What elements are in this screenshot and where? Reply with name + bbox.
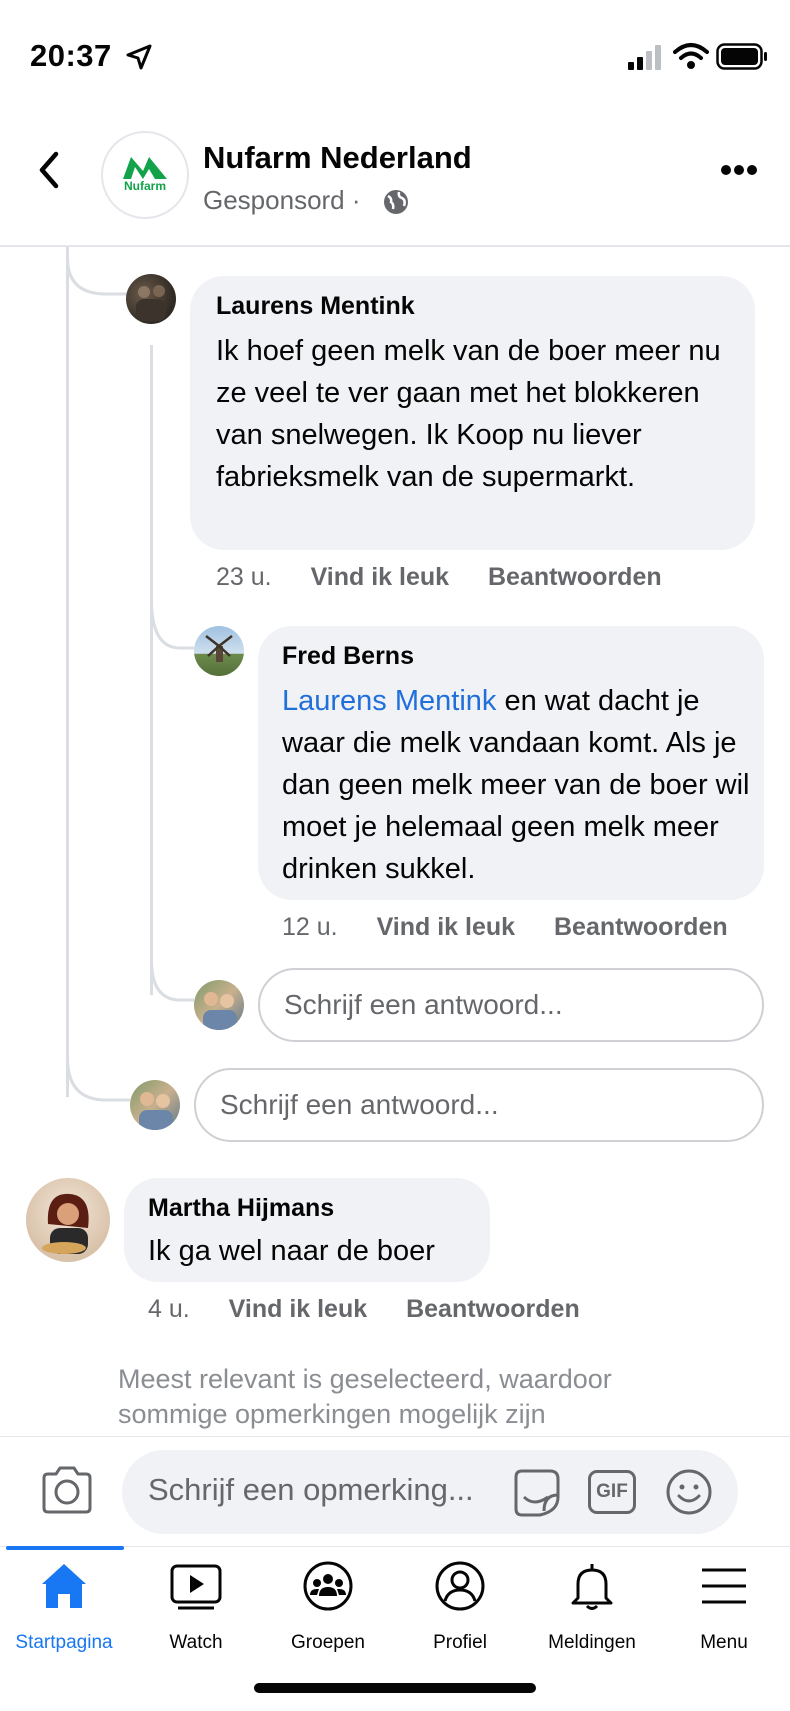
tab-label-profiel[interactable]: Profiel bbox=[394, 1632, 526, 1654]
watch-icon bbox=[170, 1564, 222, 1610]
thread-connector bbox=[150, 600, 194, 650]
globe-icon bbox=[384, 190, 408, 214]
gif-button[interactable]: GIF bbox=[588, 1470, 636, 1514]
reply-input[interactable]: Schrijf een antwoord... bbox=[258, 968, 764, 1042]
tab-meldingen[interactable] bbox=[526, 1560, 658, 1617]
tab-label-watch[interactable]: Watch bbox=[130, 1632, 262, 1654]
groups-icon bbox=[303, 1561, 353, 1611]
windmill-photo-icon bbox=[205, 635, 233, 662]
thread-line-inner bbox=[150, 345, 153, 995]
reply-input[interactable]: Schrijf een antwoord... bbox=[194, 1068, 764, 1142]
thread-connector bbox=[66, 1058, 130, 1102]
tab-profiel[interactable] bbox=[394, 1560, 526, 1617]
comment-author[interactable]: Martha Hijmans bbox=[148, 1194, 334, 1223]
reply-button[interactable]: Beantwoorden bbox=[554, 913, 728, 941]
nufarm-logo-mark-icon bbox=[123, 157, 167, 179]
comment-time: 4 u. bbox=[148, 1295, 190, 1323]
comment-placeholder: Schrijf een opmerking... bbox=[148, 1472, 474, 1507]
mention-link[interactable]: Laurens Mentink bbox=[282, 685, 496, 717]
home-icon bbox=[42, 1564, 86, 1608]
reply-placeholder: Schrijf een antwoord... bbox=[220, 1089, 499, 1120]
wifi-icon bbox=[673, 43, 709, 69]
like-button[interactable]: Vind ik leuk bbox=[377, 913, 515, 941]
active-tab-indicator bbox=[6, 1546, 124, 1550]
relevance-notice: Meest relevant is geselecteerd, waardoor… bbox=[118, 1364, 612, 1429]
avatar bbox=[194, 980, 244, 1030]
comment-actions: 12 u. Vind ik leuk Beantwoorden bbox=[282, 913, 728, 942]
avatar[interactable] bbox=[194, 626, 244, 676]
comment-author[interactable]: Laurens Mentink bbox=[216, 292, 415, 321]
profile-icon bbox=[435, 1561, 485, 1611]
tab-watch[interactable] bbox=[130, 1560, 262, 1617]
comment-author[interactable]: Fred Berns bbox=[282, 642, 414, 671]
reply-button[interactable]: Beantwoorden bbox=[488, 563, 662, 591]
cellular-signal-icon bbox=[628, 45, 661, 70]
tab-label-groepen[interactable]: Groepen bbox=[262, 1632, 394, 1654]
home-indicator bbox=[254, 1683, 536, 1693]
user-photo-icon bbox=[42, 1193, 89, 1254]
comment-bubble[interactable]: Martha Hijmans Ik ga wel naar de boer bbox=[124, 1178, 490, 1282]
comment-actions: 4 u. Vind ik leuk Beantwoorden bbox=[148, 1295, 580, 1324]
tab-label-startpagina[interactable]: Startpagina bbox=[0, 1632, 130, 1654]
tab-groepen[interactable] bbox=[262, 1560, 394, 1617]
more-options-icon[interactable] bbox=[720, 164, 758, 176]
emoji-icon[interactable] bbox=[665, 1468, 713, 1516]
comment-text: Ik hoef geen melk van de boer meer nu ze… bbox=[216, 335, 721, 493]
page-name[interactable]: Nufarm Nederland bbox=[203, 140, 472, 176]
status-time: 20:37 bbox=[30, 38, 112, 73]
header-divider bbox=[0, 245, 790, 247]
location-arrow-icon bbox=[126, 44, 152, 70]
reply-button[interactable]: Beantwoorden bbox=[406, 1295, 580, 1323]
tab-startpagina[interactable] bbox=[0, 1560, 130, 1617]
comment-time: 12 u. bbox=[282, 913, 338, 941]
logo-text: Nufarm bbox=[123, 179, 166, 193]
avatar[interactable] bbox=[26, 1178, 110, 1262]
camera-icon[interactable] bbox=[40, 1466, 94, 1514]
user-photo-icon bbox=[203, 992, 237, 1030]
avatar[interactable] bbox=[126, 274, 176, 324]
tab-label-menu[interactable]: Menu bbox=[658, 1632, 790, 1654]
tab-label-meldingen[interactable]: Meldingen bbox=[526, 1632, 658, 1654]
menu-icon bbox=[702, 1568, 746, 1604]
thread-connector bbox=[150, 960, 194, 1002]
bell-icon bbox=[571, 1564, 613, 1610]
user-photo-icon bbox=[139, 1092, 173, 1130]
avatar-photo-icon bbox=[136, 285, 166, 321]
battery-icon bbox=[716, 43, 767, 70]
tab-menu[interactable] bbox=[658, 1560, 790, 1617]
comment-time: 23 u. bbox=[216, 563, 272, 591]
comment-text: Ik ga wel naar de boer bbox=[148, 1235, 435, 1267]
comment-actions: 23 u. Vind ik leuk Beantwoorden bbox=[216, 563, 662, 592]
thread-connector bbox=[66, 258, 130, 296]
back-chevron-icon[interactable] bbox=[34, 150, 64, 190]
page-logo[interactable]: Nufarm bbox=[101, 131, 189, 219]
avatar-sticker-icon[interactable] bbox=[510, 1467, 564, 1519]
comment-text-wrapper: Laurens Mentink en wat dacht je waar die… bbox=[282, 680, 762, 890]
reply-placeholder: Schrijf een antwoord... bbox=[284, 989, 563, 1020]
thread-line-outer bbox=[66, 247, 69, 1097]
comment-bubble[interactable]: Laurens Mentink Ik hoef geen melk van de… bbox=[190, 276, 755, 550]
avatar bbox=[130, 1080, 180, 1130]
like-button[interactable]: Vind ik leuk bbox=[311, 563, 449, 591]
like-button[interactable]: Vind ik leuk bbox=[229, 1295, 367, 1323]
comment-bubble[interactable]: Fred Berns Laurens Mentink en wat dacht … bbox=[258, 626, 764, 900]
sponsored-label: Gesponsord · bbox=[203, 185, 361, 215]
